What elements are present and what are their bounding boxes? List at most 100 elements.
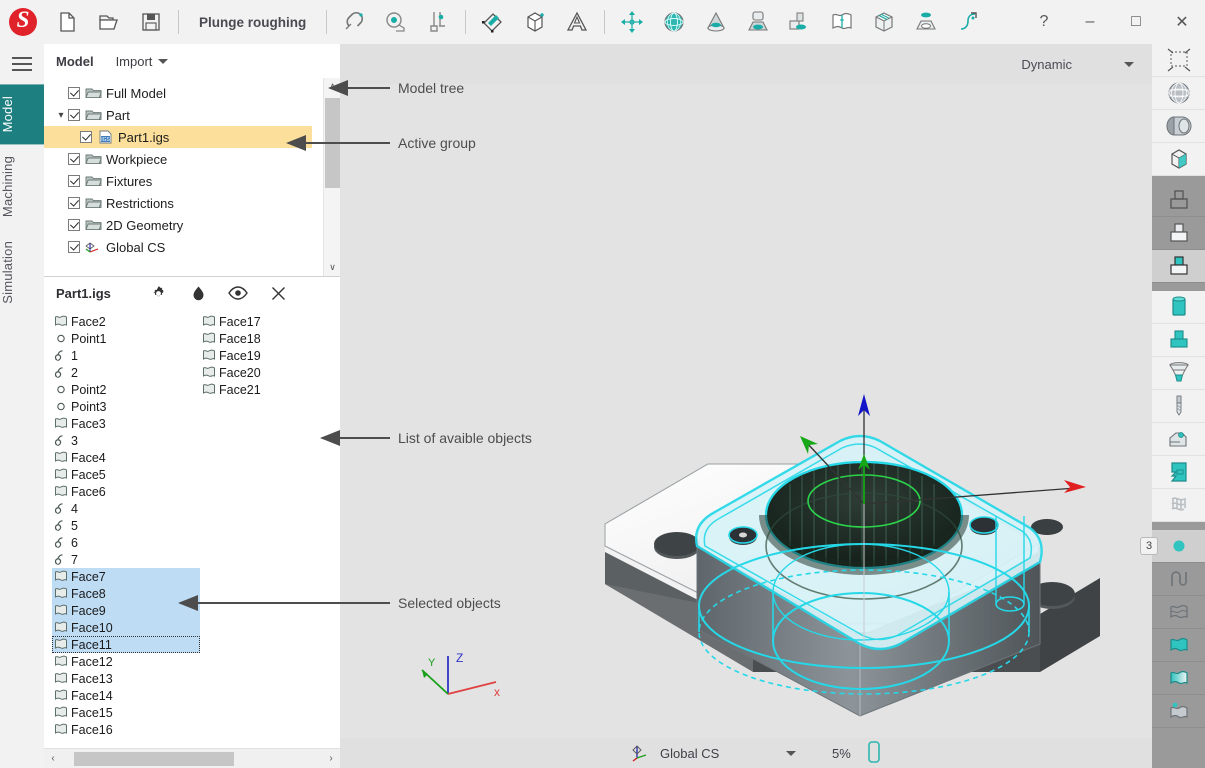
scroll-up-button[interactable]: ∧ [324,78,341,95]
object-list-item[interactable]: 7 [52,551,200,568]
hscroll-thumb[interactable] [74,751,234,766]
curve-select-icon[interactable] [1152,563,1205,596]
object-list-item[interactable]: Face21 [200,381,340,398]
scrollbar-thumb[interactable] [325,98,340,188]
machine-icon[interactable] [779,0,821,44]
object-list-item[interactable]: Face8 [52,585,200,602]
object-list-item[interactable]: Face17 [200,313,340,330]
fixture-icon[interactable] [905,0,947,44]
surface-select-icon[interactable] [1152,596,1205,629]
tree-row-full-model[interactable]: ˅ Full Model [44,82,312,104]
object-list-item[interactable]: Face3 [52,415,200,432]
hamburger-icon[interactable] [0,44,44,84]
checkbox[interactable] [68,87,80,99]
viewport-3d[interactable]: Dynamic Z x Y Global CS 5% [340,44,1152,768]
measure-icon[interactable] [375,0,417,44]
sidebar-tab-machining[interactable]: Machining [0,144,44,229]
model-tree-scrollbar[interactable]: ∧ ∨ [323,78,340,276]
tool-endmill-icon[interactable] [1152,390,1205,423]
help-button[interactable]: ? [1021,0,1067,44]
save-disk-icon[interactable] [130,0,172,44]
import-dropdown[interactable]: Import [116,54,169,69]
stock-outline-icon[interactable] [1152,184,1205,217]
viewport-canvas[interactable]: Z x Y [340,84,1152,738]
stock-highlight-icon[interactable] [1152,250,1205,283]
checkbox[interactable] [68,241,80,253]
stock-box-icon[interactable] [863,0,905,44]
object-list-item[interactable]: Face14 [52,687,200,704]
face-teal-icon[interactable] [1152,629,1205,662]
toolpath-icon[interactable] [947,0,989,44]
droplet-icon[interactable] [178,278,218,308]
eye-icon[interactable] [218,278,258,308]
twisty-expanded-icon[interactable]: ▾ [54,110,68,121]
hscroll-left-button[interactable]: ‹ [44,749,62,768]
view-mode-dropdown[interactable]: Dynamic [1021,57,1134,72]
tree-row-fixtures[interactable]: Fixtures [44,170,312,192]
tree-row-workpiece[interactable]: Workpiece [44,148,312,170]
object-list-item[interactable]: Face13 [52,670,200,687]
fit-to-window-icon[interactable] [1152,44,1205,77]
tree-row-2d-geometry[interactable]: ˅ 2D Geometry [44,214,312,236]
checkbox[interactable] [68,153,80,165]
open-folder-icon[interactable] [88,0,130,44]
minimize-button[interactable]: – [1067,0,1113,44]
wireframe-sphere-icon[interactable] [1152,77,1205,110]
caliper-icon[interactable] [417,0,459,44]
shaded-solid-icon[interactable] [1152,110,1205,143]
object-list-item[interactable]: Face11 [52,636,200,653]
object-list-item[interactable]: 6 [52,534,200,551]
object-list-item[interactable]: Face2 [52,313,200,330]
object-list-item[interactable]: Point3 [52,398,200,415]
magnet-icon[interactable] [333,0,375,44]
text-annotation-icon[interactable] [556,0,598,44]
checkbox[interactable] [80,131,92,143]
object-list-item[interactable]: Face20 [200,364,340,381]
chevron-down-icon[interactable] [786,750,796,756]
maximize-button[interactable]: □ [1113,0,1159,44]
object-list-item[interactable]: Face5 [52,466,200,483]
sketch-pencil-icon[interactable] [472,0,514,44]
stock-shaded-icon[interactable] [1152,217,1205,250]
object-list-hscrollbar[interactable]: ‹ › [44,748,340,768]
checkbox[interactable] [68,219,80,231]
close-button[interactable]: ✕ [1159,0,1205,44]
object-list-item[interactable]: 3 [52,432,200,449]
object-list-item[interactable]: Point2 [52,381,200,398]
checkbox[interactable] [68,175,80,187]
hscroll-right-button[interactable]: › [322,749,340,768]
checkbox[interactable] [68,197,80,209]
part-solid-icon[interactable] [1152,324,1205,357]
point-select-icon[interactable] [1152,530,1205,563]
holder-icon[interactable] [1152,456,1205,489]
face-point-icon[interactable] [1152,695,1205,728]
object-list-item[interactable]: Face6 [52,483,200,500]
tree-row-global-cs[interactable]: Global CS [44,236,312,258]
object-list-item[interactable]: 4 [52,500,200,517]
hatch-icon[interactable] [1152,489,1205,522]
move-arrows-icon[interactable] [611,0,653,44]
tree-row-restrictions[interactable]: Restrictions [44,192,312,214]
press-icon[interactable] [737,0,779,44]
close-icon[interactable] [258,278,298,308]
object-list-item[interactable]: 2 [52,364,200,381]
object-list-item[interactable]: Face15 [52,704,200,721]
object-list-item[interactable]: Point1 [52,330,200,347]
zoom-slider-icon[interactable] [867,740,881,766]
surface-sheet-icon[interactable] [821,0,863,44]
object-list-item[interactable]: Face16 [52,721,200,738]
object-list-item[interactable]: Face12 [52,653,200,670]
tree-row-part[interactable]: ▾ Part [44,104,312,126]
mesh-sphere-icon[interactable] [653,0,695,44]
gear-icon[interactable] [138,278,178,308]
object-list-item[interactable]: 5 [52,517,200,534]
object-list-item[interactable]: 1 [52,347,200,364]
object-list-item[interactable]: Face4 [52,449,200,466]
checkbox[interactable] [68,109,80,121]
object-list-item[interactable]: Face19 [200,347,340,364]
transparent-box-icon[interactable] [1152,143,1205,176]
machine-table-icon[interactable] [1152,423,1205,456]
hscroll-track[interactable] [62,749,322,768]
tree-row-part1-igs[interactable]: IGS Part1.igs [44,126,312,148]
object-list-item[interactable]: Face10 [52,619,200,636]
